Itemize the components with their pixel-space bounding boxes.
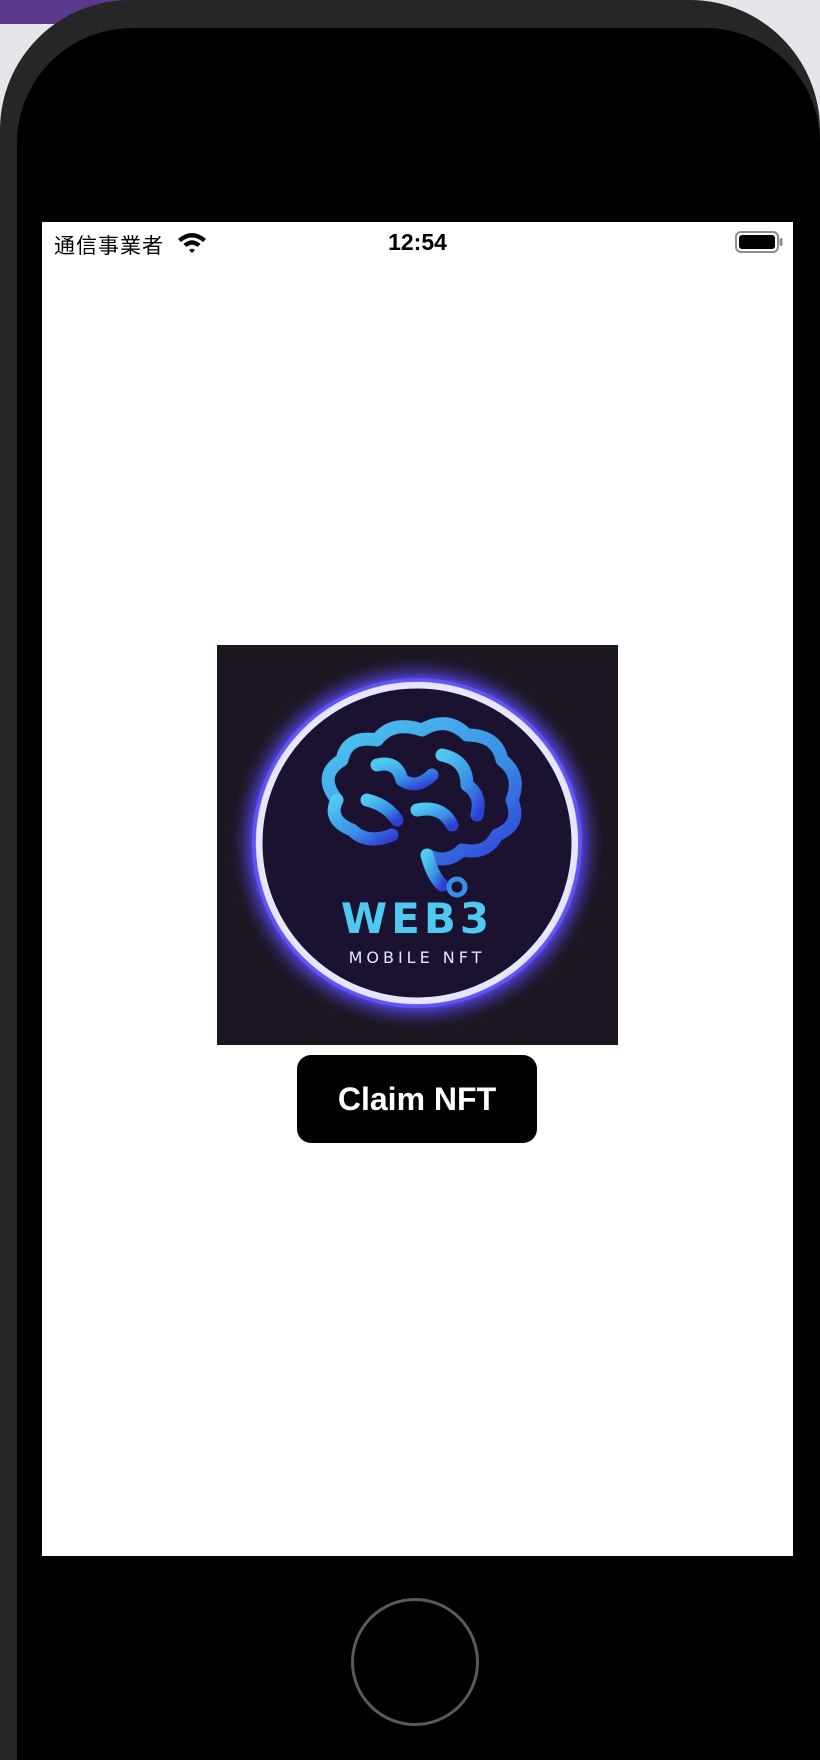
logo-subtitle: MOBILE NFT: [349, 948, 486, 967]
app-screen: 通信事業者 12:54 WEB3 MOBILE NFT Claim NFT: [42, 222, 793, 1556]
status-time: 12:54: [388, 229, 447, 255]
claim-nft-button[interactable]: Claim NFT: [297, 1055, 537, 1143]
logo-title: WEB3: [341, 894, 493, 943]
web3-brain-logo: WEB3 MOBILE NFT: [217, 645, 618, 1045]
status-bar: 通信事業者 12:54: [42, 222, 793, 262]
nft-image: WEB3 MOBILE NFT: [217, 645, 618, 1045]
battery-icon: [735, 231, 783, 253]
home-button-icon[interactable]: [351, 1598, 479, 1726]
iphone-simulator-frame: 通信事業者 12:54 WEB3 MOBILE NFT Claim NFT: [0, 0, 820, 1760]
